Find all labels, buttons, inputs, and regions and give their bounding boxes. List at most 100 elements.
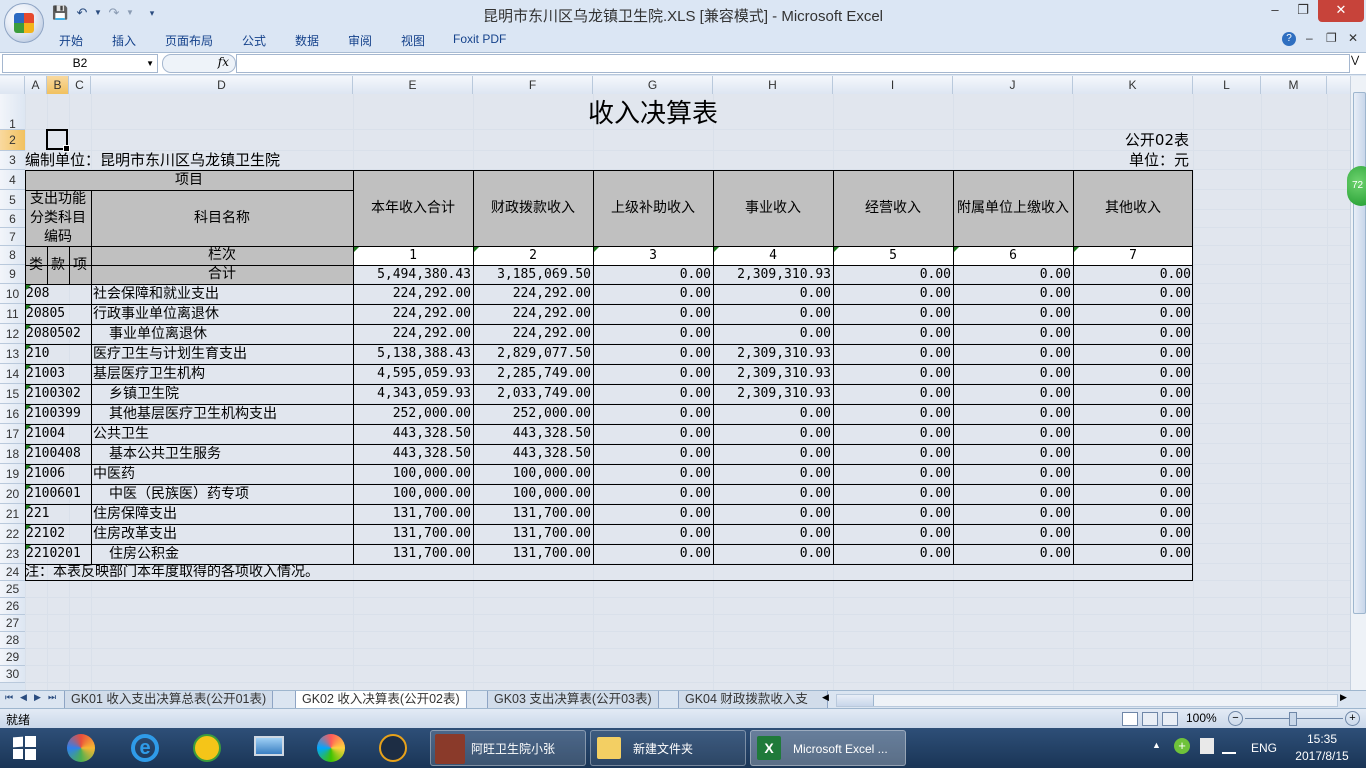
row-header[interactable]: 29	[0, 649, 25, 666]
column-header[interactable]: G	[593, 76, 713, 94]
help-icon[interactable]: ?	[1282, 32, 1296, 46]
column-header[interactable]: B	[47, 76, 69, 94]
app-pinwheel-icon[interactable]	[62, 732, 102, 764]
undo-icon[interactable]: ↶	[74, 5, 90, 21]
tab-foxit-pdf[interactable]: Foxit PDF	[453, 32, 506, 46]
ribbon-close-icon[interactable]: ✕	[1348, 31, 1358, 45]
normal-view-icon[interactable]	[1122, 712, 1138, 726]
remote-desktop-icon[interactable]	[250, 732, 290, 764]
row-header[interactable]: 14	[0, 364, 25, 384]
sheet-tab-gk04[interactable]: GK04 财政拨款收入支	[678, 691, 828, 709]
start-button[interactable]	[4, 732, 44, 764]
column-header[interactable]: F	[473, 76, 593, 94]
save-icon[interactable]: 💾	[52, 5, 68, 21]
row-header[interactable]: 11	[0, 304, 25, 324]
row-header[interactable]: 2	[0, 130, 25, 151]
tab-view[interactable]: 视图	[401, 32, 425, 49]
redo-icon[interactable]: ↷	[106, 5, 122, 21]
clock-time[interactable]: 15:35	[1292, 732, 1352, 746]
horizontal-scroll-thumb[interactable]	[837, 695, 874, 706]
task-chat[interactable]: 阿旺卫生院小张	[430, 730, 586, 766]
app-colorball-icon[interactable]	[312, 732, 352, 764]
column-header[interactable]: K	[1073, 76, 1193, 94]
tray-flag-icon[interactable]	[1200, 738, 1214, 754]
sheet-tab-gk03[interactable]: GK03 支出决算表(公开03表)	[487, 691, 659, 709]
hscroll-left-icon[interactable]: ◀	[822, 692, 829, 703]
row-header[interactable]: 28	[0, 632, 25, 649]
restore-button[interactable]: ❐	[1290, 0, 1316, 22]
column-header[interactable]: I	[833, 76, 953, 94]
row-header[interactable]: 19	[0, 464, 25, 484]
floating-badge[interactable]: 72	[1347, 166, 1366, 206]
row-header[interactable]: 21	[0, 504, 25, 524]
page-break-view-icon[interactable]	[1162, 712, 1178, 726]
tab-review[interactable]: 审阅	[348, 32, 372, 49]
row-header[interactable]: 17	[0, 424, 25, 444]
column-header[interactable]: D	[91, 76, 353, 94]
zoom-out-icon[interactable]: −	[1228, 711, 1243, 726]
tab-insert[interactable]: 插入	[112, 32, 136, 49]
row-header[interactable]: 1	[0, 94, 25, 131]
close-button[interactable]: ✕	[1318, 0, 1364, 22]
row-header[interactable]: 16	[0, 404, 25, 424]
row-header[interactable]: 10	[0, 284, 25, 304]
column-header[interactable]: A	[25, 76, 47, 94]
redo-dropdown-icon[interactable]: ▼	[122, 5, 138, 21]
horizontal-scrollbar[interactable]	[836, 694, 1338, 707]
minimize-button[interactable]: –	[1262, 0, 1288, 22]
zoom-slider-thumb[interactable]	[1289, 712, 1297, 726]
row-header[interactable]: 27	[0, 615, 25, 632]
column-header[interactable]: J	[953, 76, 1073, 94]
column-header[interactable]: M	[1261, 76, 1327, 94]
row-header[interactable]: 30	[0, 666, 25, 683]
row-header[interactable]: 8	[0, 246, 25, 265]
next-sheet-icon[interactable]: ▶	[34, 692, 41, 703]
row-header[interactable]: 24	[0, 564, 25, 581]
zoom-level[interactable]: 100%	[1186, 711, 1217, 725]
tab-data[interactable]: 数据	[295, 32, 319, 49]
clock-date[interactable]: 2017/8/15	[1288, 749, 1356, 763]
select-all-button[interactable]	[0, 76, 25, 94]
last-sheet-icon[interactable]: ⏭	[48, 692, 56, 703]
name-box[interactable]: B2 ▼	[2, 54, 158, 73]
task-excel[interactable]: X Microsoft Excel ...	[750, 730, 906, 766]
tray-expand-icon[interactable]: ▲	[1152, 740, 1161, 750]
hscroll-right-icon[interactable]: ▶	[1340, 692, 1347, 703]
row-header[interactable]: 5	[0, 190, 25, 210]
column-header[interactable]: C	[69, 76, 91, 94]
app-yellow-icon[interactable]	[188, 732, 228, 764]
first-sheet-icon[interactable]: ⏮	[5, 692, 13, 703]
name-box-dropdown-icon[interactable]: ▼	[146, 55, 154, 72]
active-cell-selection[interactable]	[46, 129, 70, 152]
customize-toolbar-icon[interactable]: ▾	[144, 5, 160, 21]
sheet-tab-gk02[interactable]: GK02 收入决算表(公开02表)	[295, 691, 467, 709]
tray-plus-icon[interactable]: +	[1174, 738, 1190, 754]
language-indicator[interactable]: ENG	[1251, 741, 1277, 755]
network-icon[interactable]	[1222, 742, 1236, 754]
ie-browser-icon[interactable]: e	[125, 732, 165, 764]
app-compass-icon[interactable]	[374, 732, 414, 764]
zoom-in-icon[interactable]: +	[1345, 711, 1360, 726]
row-header[interactable]: 22	[0, 524, 25, 544]
worksheet-grid[interactable]: 收入决算表 公开02表 编制单位：昆明市东川区乌龙镇卫生院 单位：元 项目 支出功能分类科…	[25, 94, 1350, 690]
ribbon-restore-icon[interactable]: ❐	[1326, 31, 1337, 45]
row-header[interactable]: 13	[0, 344, 25, 364]
insert-function-icon[interactable]: fx	[218, 55, 229, 69]
prev-sheet-icon[interactable]: ◀	[20, 692, 27, 703]
office-button[interactable]	[4, 3, 44, 43]
row-header[interactable]: 3	[0, 151, 25, 170]
row-header[interactable]: 23	[0, 544, 25, 564]
row-header[interactable]: 4	[0, 170, 25, 190]
tab-page-layout[interactable]: 页面布局	[165, 32, 213, 49]
column-header[interactable]: H	[713, 76, 833, 94]
sheet-tab-gk01[interactable]: GK01 收入支出决算总表(公开01表)	[64, 691, 274, 709]
row-header[interactable]: 6	[0, 210, 25, 228]
ribbon-minimize-icon[interactable]: –	[1306, 31, 1313, 45]
row-header[interactable]: 18	[0, 444, 25, 464]
row-header[interactable]: 9	[0, 265, 25, 284]
row-header[interactable]: 26	[0, 598, 25, 615]
undo-dropdown-icon[interactable]: ▼	[90, 5, 106, 21]
row-header[interactable]: 15	[0, 384, 25, 404]
row-header[interactable]: 25	[0, 581, 25, 598]
page-layout-view-icon[interactable]	[1142, 712, 1158, 726]
